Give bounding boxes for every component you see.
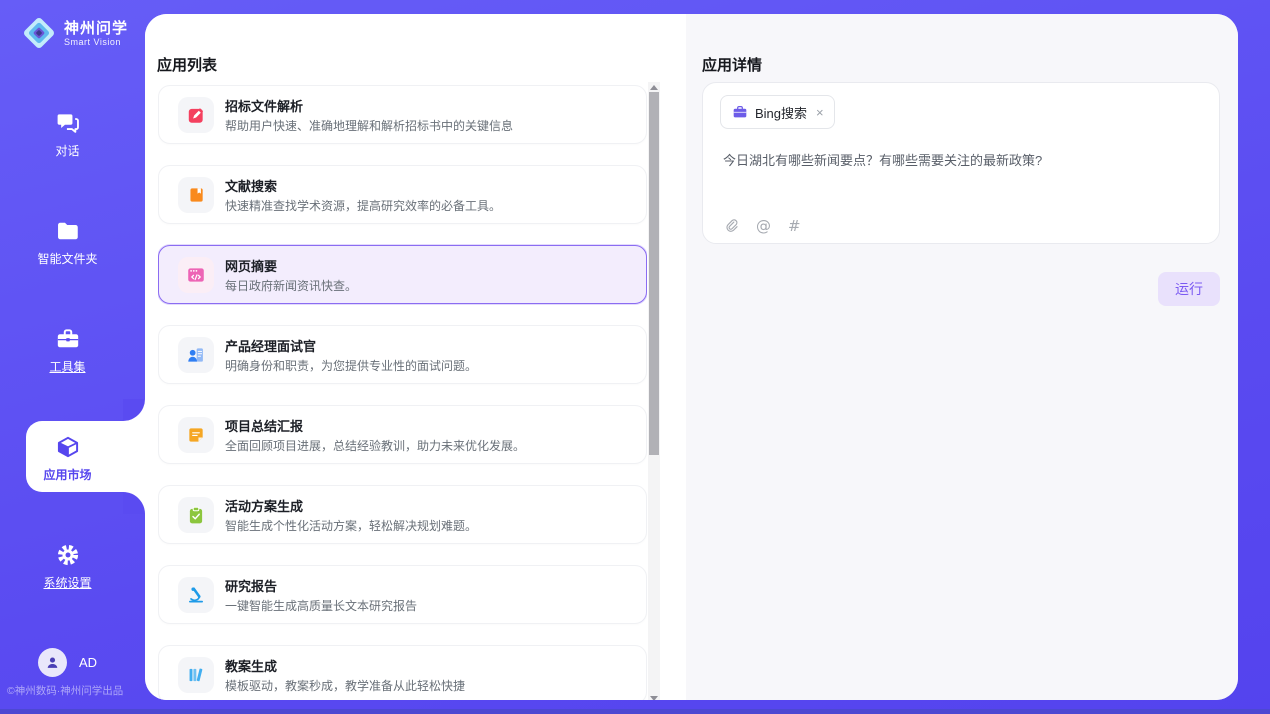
app-description: 全面回顾项目进展，总结经验教训，助力未来优化发展。: [225, 437, 525, 454]
app-description: 智能生成个性化活动方案，轻松解决规划难题。: [225, 517, 477, 534]
app-name: 活动方案生成: [225, 496, 303, 515]
scroll-down-arrow[interactable]: [650, 696, 658, 700]
briefcase-icon: [55, 326, 81, 352]
app-description: 快速精准查找学术资源，提高研究效率的必备工具。: [225, 197, 501, 214]
app-list-item[interactable]: 招标文件解析 帮助用户快速、准确地理解和解析招标书中的关键信息: [158, 85, 647, 144]
copyright-text: ©神州数码·神州问学出品: [7, 683, 123, 698]
cube-icon: [55, 434, 81, 460]
sidebar-item-settings[interactable]: 系统设置: [0, 542, 135, 591]
books-icon: [178, 657, 214, 693]
user-initials: AD: [79, 655, 97, 670]
folder-icon: [55, 218, 81, 244]
scrollbar-thumb[interactable]: [649, 92, 659, 455]
query-input[interactable]: 今日湖北有哪些新闻要点？有哪些需要关注的最新政策?: [723, 151, 1203, 170]
mention-icon[interactable]: @: [756, 217, 771, 235]
app-list-item[interactable]: 活动方案生成 智能生成个性化活动方案，轻松解决规划难题。: [158, 485, 647, 544]
app-name: 网页摘要: [225, 256, 277, 275]
sidebar-item-toolset[interactable]: 工具集: [0, 326, 135, 375]
app-name: 研究报告: [225, 576, 277, 595]
tag-close-icon[interactable]: ×: [816, 106, 824, 119]
sidebar-item-label: 应用市场: [0, 466, 135, 483]
app-list-item[interactable]: 产品经理面试官 明确身份和职责，为您提供专业性的面试问题。: [158, 325, 647, 384]
hash-icon[interactable]: #: [788, 217, 801, 235]
interviewer-icon: [178, 337, 214, 373]
scroll-up-arrow[interactable]: [650, 85, 658, 90]
attachment-toolbar: @ #: [723, 217, 801, 235]
sidebar-item-chat[interactable]: 对话: [0, 110, 135, 159]
sidebar-item-label: 工具集: [0, 358, 135, 375]
sidebar-item-label: 智能文件夹: [0, 250, 135, 267]
app-name: 项目总结汇报: [225, 416, 303, 435]
app-list-title: 应用列表: [157, 54, 217, 75]
app-list-pane: 应用列表 招标文件解析 帮助用户快速、准确地理解和解析招标书中的关键信息 文献搜…: [145, 14, 686, 700]
app-list-item[interactable]: 教案生成 模板驱动，教案秒成，教学准备从此轻松快捷: [158, 645, 647, 700]
tool-tag-bing-search[interactable]: Bing搜索 ×: [720, 95, 835, 129]
book-icon: [178, 177, 214, 213]
avatar: [38, 648, 67, 677]
note-icon: [178, 417, 214, 453]
chat-icon: [55, 110, 81, 136]
app-list-scrollbar[interactable]: [648, 82, 660, 700]
attachment-icon[interactable]: [723, 218, 739, 234]
app-name: 教案生成: [225, 656, 277, 675]
sidebar-item-label: 对话: [0, 142, 135, 159]
briefcase-tool-icon: [732, 104, 748, 120]
app-list-item[interactable]: 文献搜索 快速精准查找学术资源，提高研究效率的必备工具。: [158, 165, 647, 224]
app-name: 产品经理面试官: [225, 336, 316, 355]
sidebar-item-label: 系统设置: [0, 574, 135, 591]
prompt-card: Bing搜索 × 今日湖北有哪些新闻要点？有哪些需要关注的最新政策? @ #: [702, 82, 1220, 244]
research-icon: [178, 577, 214, 613]
run-button[interactable]: 运行: [1158, 272, 1220, 306]
gear-icon: [55, 542, 81, 568]
content-panel: 应用列表 招标文件解析 帮助用户快速、准确地理解和解析招标书中的关键信息 文献搜…: [145, 14, 1238, 700]
app-detail-pane: 应用详情 Bing搜索 × 今日湖北有哪些新闻要点？有哪些需要关注的最新政策?: [686, 14, 1238, 700]
app-description: 模板驱动，教案秒成，教学准备从此轻松快捷: [225, 677, 465, 694]
sidebar-item-app-market[interactable]: 应用市场: [0, 434, 135, 483]
user-account[interactable]: AD: [38, 648, 97, 677]
clipboard-check-icon: [178, 497, 214, 533]
app-description: 帮助用户快速、准确地理解和解析招标书中的关键信息: [225, 117, 513, 134]
app-list-item[interactable]: 网页摘要 每日政府新闻资讯快查。: [158, 245, 647, 304]
app-name: 招标文件解析: [225, 96, 303, 115]
app-description: 每日政府新闻资讯快查。: [225, 277, 357, 294]
app-description: 一键智能生成高质量长文本研究报告: [225, 597, 417, 614]
app-list-item[interactable]: 项目总结汇报 全面回顾项目进展，总结经验教训，助力未来优化发展。: [158, 405, 647, 464]
sidebar: 神州问学 Smart Vision 对话 智能文件夹 工具: [0, 0, 145, 714]
edit-icon: [178, 97, 214, 133]
app-name: 文献搜索: [225, 176, 277, 195]
tool-tag-label: Bing搜索: [755, 103, 807, 122]
app-list: 招标文件解析 帮助用户快速、准确地理解和解析招标书中的关键信息 文献搜索 快速精…: [158, 85, 647, 700]
brand-logo: 神州问学 Smart Vision: [22, 16, 128, 50]
person-icon: [44, 654, 61, 671]
brand-name: 神州问学: [64, 20, 128, 37]
browser-code-icon: [178, 257, 214, 293]
diamond-logo-icon: [22, 16, 56, 50]
sidebar-item-smart-folders[interactable]: 智能文件夹: [0, 218, 135, 267]
app-detail-title: 应用详情: [702, 54, 762, 75]
app-list-item[interactable]: 研究报告 一键智能生成高质量长文本研究报告: [158, 565, 647, 624]
app-description: 明确身份和职责，为您提供专业性的面试问题。: [225, 357, 477, 374]
brand-tagline: Smart Vision: [64, 37, 128, 47]
window-bottom-edge: [0, 709, 1270, 714]
